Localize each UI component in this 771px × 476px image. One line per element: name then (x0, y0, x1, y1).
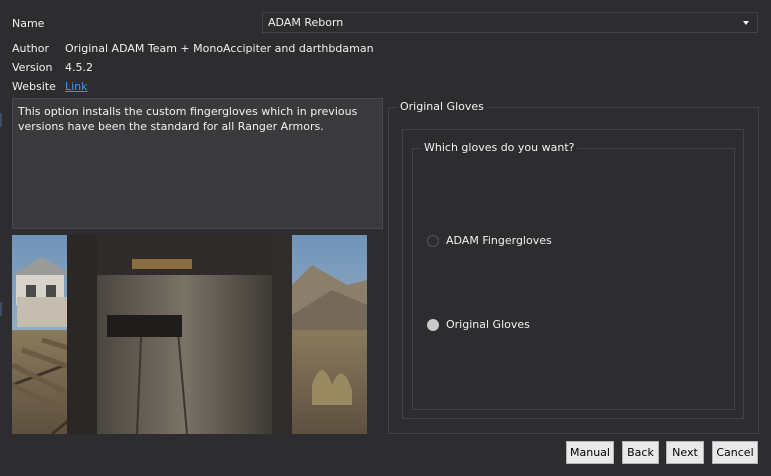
name-select[interactable]: ADAM Reborn (262, 12, 758, 33)
radio-original-gloves[interactable]: Original Gloves (427, 318, 530, 331)
version-value: 4.5.2 (65, 61, 93, 74)
gloves-choice-group (412, 148, 735, 410)
left-edge-accent (0, 302, 2, 316)
website-label: Website (12, 80, 56, 93)
original-gloves-group-title: Original Gloves (397, 100, 487, 113)
name-label: Name (12, 17, 45, 30)
manual-button[interactable]: Manual (566, 441, 614, 464)
radio-circle[interactable] (427, 234, 439, 247)
preview-image-art (12, 235, 367, 434)
chevron-down-icon[interactable] (743, 21, 749, 25)
radio-label: Original Gloves (446, 318, 530, 331)
radio-adam-fingergloves[interactable]: ADAM Fingergloves (427, 234, 552, 247)
preview-image (12, 235, 367, 434)
author-label: Author (12, 42, 50, 55)
website-link[interactable]: Link (65, 80, 88, 93)
name-select-value: ADAM Reborn (268, 16, 344, 29)
gloves-choice-group-title: Which gloves do you want? (421, 141, 578, 154)
next-button[interactable]: Next (666, 441, 704, 464)
left-edge-accent (0, 113, 2, 127)
radio-circle-checked[interactable] (427, 318, 439, 331)
description-box: This option installs the custom fingergl… (12, 98, 383, 229)
back-button[interactable]: Back (622, 441, 659, 464)
version-label: Version (12, 61, 53, 74)
radio-label: ADAM Fingergloves (446, 234, 552, 247)
cancel-button[interactable]: Cancel (712, 441, 758, 464)
author-value: Original ADAM Team + MonoAccipiter and d… (65, 42, 374, 55)
